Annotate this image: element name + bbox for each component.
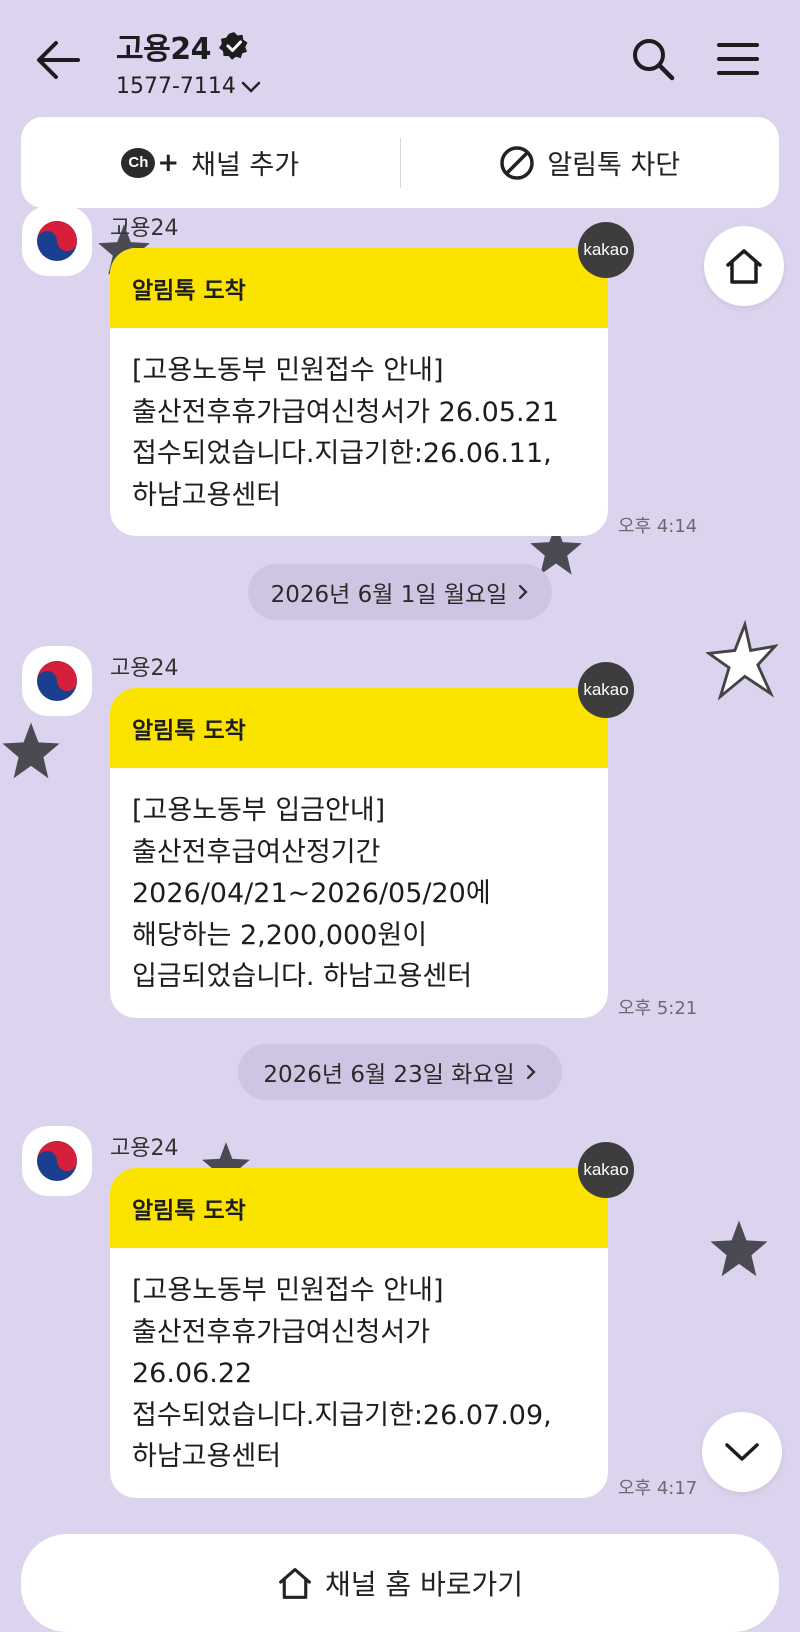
star-decoration [2,722,60,779]
arrow-left-icon [37,41,80,79]
search-icon [633,39,675,81]
message-line: 접수되었습니다.지급기한:26.07.09, [132,1399,552,1431]
kakao-badge: kakao [578,1142,634,1198]
message-bubble[interactable]: 알림톡 도착 [고용노동부 민원접수 안내] 출산전후휴가급여신청서가 26.0… [110,1168,608,1498]
block-alimtalk-label: 알림톡 차단 [547,150,681,181]
message-body: [고용노동부 민원접수 안내] 출산전후휴가급여신청서가 26.06.22 접수… [110,1248,608,1478]
sender-name: 고용24 [110,656,179,681]
message-line: 해당하는 2,200,000원이 [132,919,428,951]
channel-title-area[interactable]: 고용24 1577-7114 [116,24,262,99]
channel-home-float-button[interactable] [704,226,784,306]
menu-button[interactable] [716,38,760,80]
message-line: 26.06.22 [132,1358,253,1389]
kakao-badge: kakao [578,662,634,718]
taegeuk-logo-icon [37,221,77,261]
date-separator[interactable]: 2026년 6월 23일 화요일 [238,1044,562,1100]
sender-avatar[interactable] [22,646,92,716]
message-bubble[interactable]: 알림톡 도착 [고용노동부 민원접수 안내] 출산전후휴가급여신청서가 26.0… [110,248,608,536]
channel-home-button[interactable]: 채널 홈 바로가기 [21,1534,779,1632]
channel-action-bar: Ch + 채널 추가 알림톡 차단 [21,117,779,208]
message-body: [고용노동부 민원접수 안내] 출산전후휴가급여신청서가 26.05.21 접수… [110,328,608,516]
message-line: 입금되었습니다. 하남고용센터 [132,961,473,992]
message-line: 하남고용센터 [132,479,282,511]
message-bubble[interactable]: 알림톡 도착 [고용노동부 입금안내] 출산전후급여산정기간 2026/04/2… [110,688,608,1018]
message-line: 하남고용센터 [132,1441,282,1472]
message-line: 출산전후휴가급여신청서가 26.05.21 [132,396,559,428]
chat-header: 고용24 1577-7114 [0,0,800,112]
sender-avatar[interactable] [22,1126,92,1196]
alimtalk-header: 알림톡 도착 [110,688,608,768]
channel-home-label: 채널 홈 바로가기 [324,1568,524,1601]
channel-plus-icon: Ch + [121,147,179,178]
message-line: 2026/04/21~2026/05/20에 [132,878,491,909]
sender-avatar[interactable] [22,206,92,276]
add-channel-button[interactable]: Ch + 채널 추가 [21,117,400,208]
sender-name: 고용24 [110,216,179,241]
message-line: [고용노동부 민원접수 안내] [132,1275,444,1306]
date-label: 2026년 6월 1일 월요일 [270,582,508,608]
home-icon [279,1568,311,1599]
star-decoration [710,1220,768,1277]
chevron-right-icon [519,584,528,600]
phone-number: 1577-7114 [116,74,236,99]
star-decoration [706,620,778,701]
message-line: [고용노동부 입금안내] [132,795,386,826]
hamburger-menu-icon [717,43,759,75]
block-icon [500,145,535,180]
search-button[interactable] [630,36,676,82]
home-icon [726,249,762,284]
message-line: 출산전후급여산정기간 [132,836,381,868]
phone-number-row[interactable]: 1577-7114 [116,74,262,99]
sender-name: 고용24 [110,1136,179,1161]
date-separator[interactable]: 2026년 6월 1일 월요일 [248,564,552,620]
taegeuk-logo-icon [37,1141,77,1181]
alimtalk-header: 알림톡 도착 [110,248,608,328]
scroll-to-bottom-button[interactable] [702,1412,782,1492]
alimtalk-header: 알림톡 도착 [110,1168,608,1248]
message-time: 오후 4:14 [618,516,698,537]
chevron-down-icon [241,81,261,93]
chevron-right-icon [526,1064,536,1080]
back-button[interactable] [34,38,82,82]
channel-name: 고용24 [116,32,211,67]
message-line: [고용노동부 민원접수 안내] [132,355,444,386]
taegeuk-logo-icon [37,661,77,701]
message-line: 접수되었습니다.지급기한:26.06.11, [132,438,552,469]
message-time: 오후 4:17 [618,1478,698,1499]
add-channel-label: 채널 추가 [191,150,300,181]
verified-badge-icon [218,32,248,60]
message-line: 출산전후휴가급여신청서가 [132,1316,431,1348]
date-label: 2026년 6월 23일 화요일 [263,1062,515,1088]
chevron-down-icon [725,1443,759,1461]
block-alimtalk-button[interactable]: 알림톡 차단 [401,117,780,208]
kakao-badge: kakao [578,222,634,278]
message-body: [고용노동부 입금안내] 출산전후급여산정기간 2026/04/21~2026/… [110,768,608,998]
message-time: 오후 5:21 [618,998,698,1019]
